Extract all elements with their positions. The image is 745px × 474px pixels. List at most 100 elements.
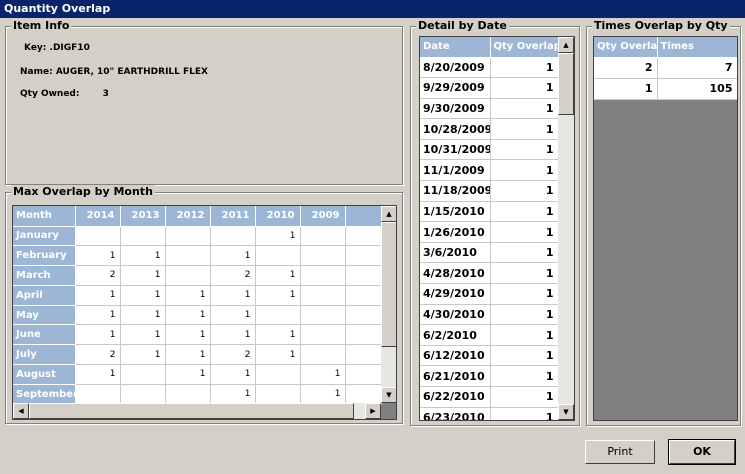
month-label: July — [13, 344, 76, 366]
overlap-cell — [165, 384, 211, 405]
date-cell: 10/28/2009 — [420, 118, 491, 140]
month-label: February — [13, 245, 76, 267]
overlap-cell: 1 — [165, 324, 211, 346]
table-row[interactable]: 4/28/2010 1 — [420, 262, 559, 285]
qty-cell: 2 — [594, 57, 658, 79]
table-row[interactable]: 6/21/2010 1 — [420, 365, 559, 387]
overlap-cell — [300, 324, 346, 346]
scroll-thumb[interactable] — [558, 53, 574, 115]
column-header-year[interactable]: 2010 — [255, 206, 301, 227]
scroll-right-arrow-icon[interactable]: ▶ — [365, 403, 381, 419]
blank-cell — [345, 265, 382, 286]
blank-cell — [345, 226, 382, 247]
scroll-hthumb[interactable] — [29, 403, 354, 419]
scroll-down-arrow-icon[interactable]: ▼ — [381, 387, 396, 403]
column-header-year[interactable]: 2012 — [165, 206, 211, 227]
detail-vscrollbar[interactable]: ▲ ▼ — [558, 37, 574, 420]
scroll-thumb[interactable] — [381, 222, 396, 347]
table-row[interactable]: July 2 1 1 2 1 — [13, 344, 382, 366]
table-row[interactable]: September 1 1 — [13, 384, 382, 405]
table-row[interactable]: 6/2/2010 1 — [420, 324, 559, 346]
qty-cell: 1 — [490, 77, 559, 99]
print-button[interactable]: Print — [585, 440, 655, 464]
qty-cell: 1 — [490, 242, 559, 264]
overlap-cell: 1 — [165, 305, 211, 326]
column-header-year[interactable]: 2014 — [75, 206, 121, 227]
table-row[interactable]: January 1 — [13, 226, 382, 247]
key-label: Key: — [24, 43, 47, 53]
overlap-cell: 1 — [120, 265, 166, 286]
overlap-cell: 1 — [255, 265, 301, 286]
quantity-overlap-window: Quantity Overlap Item Info Key: .DIGF10 … — [0, 0, 745, 474]
table-row[interactable]: 6/12/2010 1 — [420, 345, 559, 367]
times-overlap-grid[interactable]: Qty OverlapTimes 271105 — [593, 36, 738, 421]
overlap-cell: 1 — [210, 324, 256, 346]
max-overlap-grid[interactable]: Month 2014 2013 2012 2011 2010 2009 January 1 Fe… — [12, 205, 397, 420]
month-label: September — [13, 384, 76, 405]
qty-cell: 1 — [490, 98, 559, 120]
table-row[interactable]: 1 105 — [594, 78, 737, 100]
column-header-qty-overlap[interactable]: Qty Overlap — [594, 37, 658, 58]
date-cell: 9/30/2009 — [420, 98, 491, 120]
table-row[interactable]: 9/30/2009 1 — [420, 98, 559, 120]
scroll-left-arrow-icon[interactable]: ◀ — [13, 403, 29, 419]
scroll-up-arrow-icon[interactable]: ▲ — [558, 37, 574, 53]
table-row[interactable]: 4/29/2010 1 — [420, 283, 559, 305]
table-row[interactable]: February 1 1 1 — [13, 245, 382, 267]
column-header-times[interactable]: Times — [657, 37, 737, 58]
times-overlap-group: Times Overlap by Qty Qty OverlapTimes 27… — [586, 19, 741, 426]
overlap-cell — [210, 226, 256, 247]
table-row[interactable]: 1/26/2010 1 — [420, 221, 559, 243]
table-row[interactable]: 4/30/2010 1 — [420, 304, 559, 326]
date-cell: 11/18/2009 — [420, 180, 491, 202]
table-row[interactable]: 1/15/2010 1 — [420, 201, 559, 223]
table-row[interactable]: June 1 1 1 1 1 — [13, 324, 382, 346]
table-row[interactable]: May 1 1 1 1 — [13, 305, 382, 326]
column-header-year[interactable]: 2011 — [210, 206, 256, 227]
overlap-cell: 1 — [120, 344, 166, 366]
table-row[interactable]: 10/28/2009 1 — [420, 118, 559, 140]
times-overlap-table: Qty OverlapTimes 271105 — [594, 37, 737, 100]
overlap-cell: 1 — [300, 364, 346, 385]
table-row[interactable]: 6/23/2010 1 — [420, 407, 559, 420]
scroll-up-arrow-icon[interactable]: ▲ — [381, 206, 396, 222]
month-label: April — [13, 285, 76, 306]
table-row[interactable]: 27 — [594, 57, 737, 79]
table-row[interactable]: 11/18/2009 1 — [420, 180, 559, 202]
overlap-cell: 1 — [255, 285, 301, 306]
overlap-cell: 1 — [75, 364, 121, 385]
ok-button[interactable]: OK — [668, 439, 736, 465]
column-header-blank — [345, 206, 382, 227]
table-row[interactable]: 6/22/2010 1 — [420, 386, 559, 408]
overlap-cell: 1 — [75, 245, 121, 267]
date-cell: 11/1/2009 — [420, 159, 491, 182]
detail-by-date-grid[interactable]: Date Qty Overlap 8/20/2009 1 9/29/2009 1 9/30… — [419, 36, 575, 421]
max-overlap-vscrollbar[interactable]: ▲ ▼ — [381, 206, 396, 403]
table-row[interactable]: 11/1/2009 1 — [420, 159, 559, 182]
qty-cell: 1 — [490, 324, 559, 346]
column-header-year[interactable]: 2009 — [300, 206, 346, 227]
column-header-date[interactable]: Date — [420, 37, 491, 58]
table-row[interactable]: April 1 1 1 1 1 — [13, 285, 382, 306]
date-cell: 6/23/2010 — [420, 407, 491, 420]
column-header-year[interactable]: 2013 — [120, 206, 166, 227]
table-row[interactable]: 3/6/2010 1 — [420, 242, 559, 264]
table-row[interactable]: March 2 1 2 1 — [13, 265, 382, 286]
scroll-down-arrow-icon[interactable]: ▼ — [558, 404, 574, 420]
overlap-cell — [120, 384, 166, 405]
table-row[interactable]: 10/31/2009 1 — [420, 139, 559, 161]
table-row[interactable]: 8/20/2009 1 — [420, 57, 559, 79]
table-row[interactable]: 9/29/2009 1 — [420, 77, 559, 99]
overlap-cell — [255, 245, 301, 267]
table-row[interactable]: August 1 1 1 1 — [13, 364, 382, 385]
overlap-cell — [255, 384, 301, 405]
qty-cell: 1 — [490, 118, 559, 140]
max-overlap-hscrollbar[interactable]: ◀ ▶ — [13, 403, 381, 419]
column-header-qty-overlap[interactable]: Qty Overlap — [490, 37, 559, 58]
name-value: AUGER, 10" EARTHDRILL FLEX — [55, 67, 208, 77]
date-cell: 4/29/2010 — [420, 283, 491, 305]
column-header-month[interactable]: Month — [13, 206, 76, 227]
qty-cell: 1 — [490, 221, 559, 243]
date-cell: 6/21/2010 — [420, 365, 491, 387]
overlap-cell: 1 — [75, 305, 121, 326]
